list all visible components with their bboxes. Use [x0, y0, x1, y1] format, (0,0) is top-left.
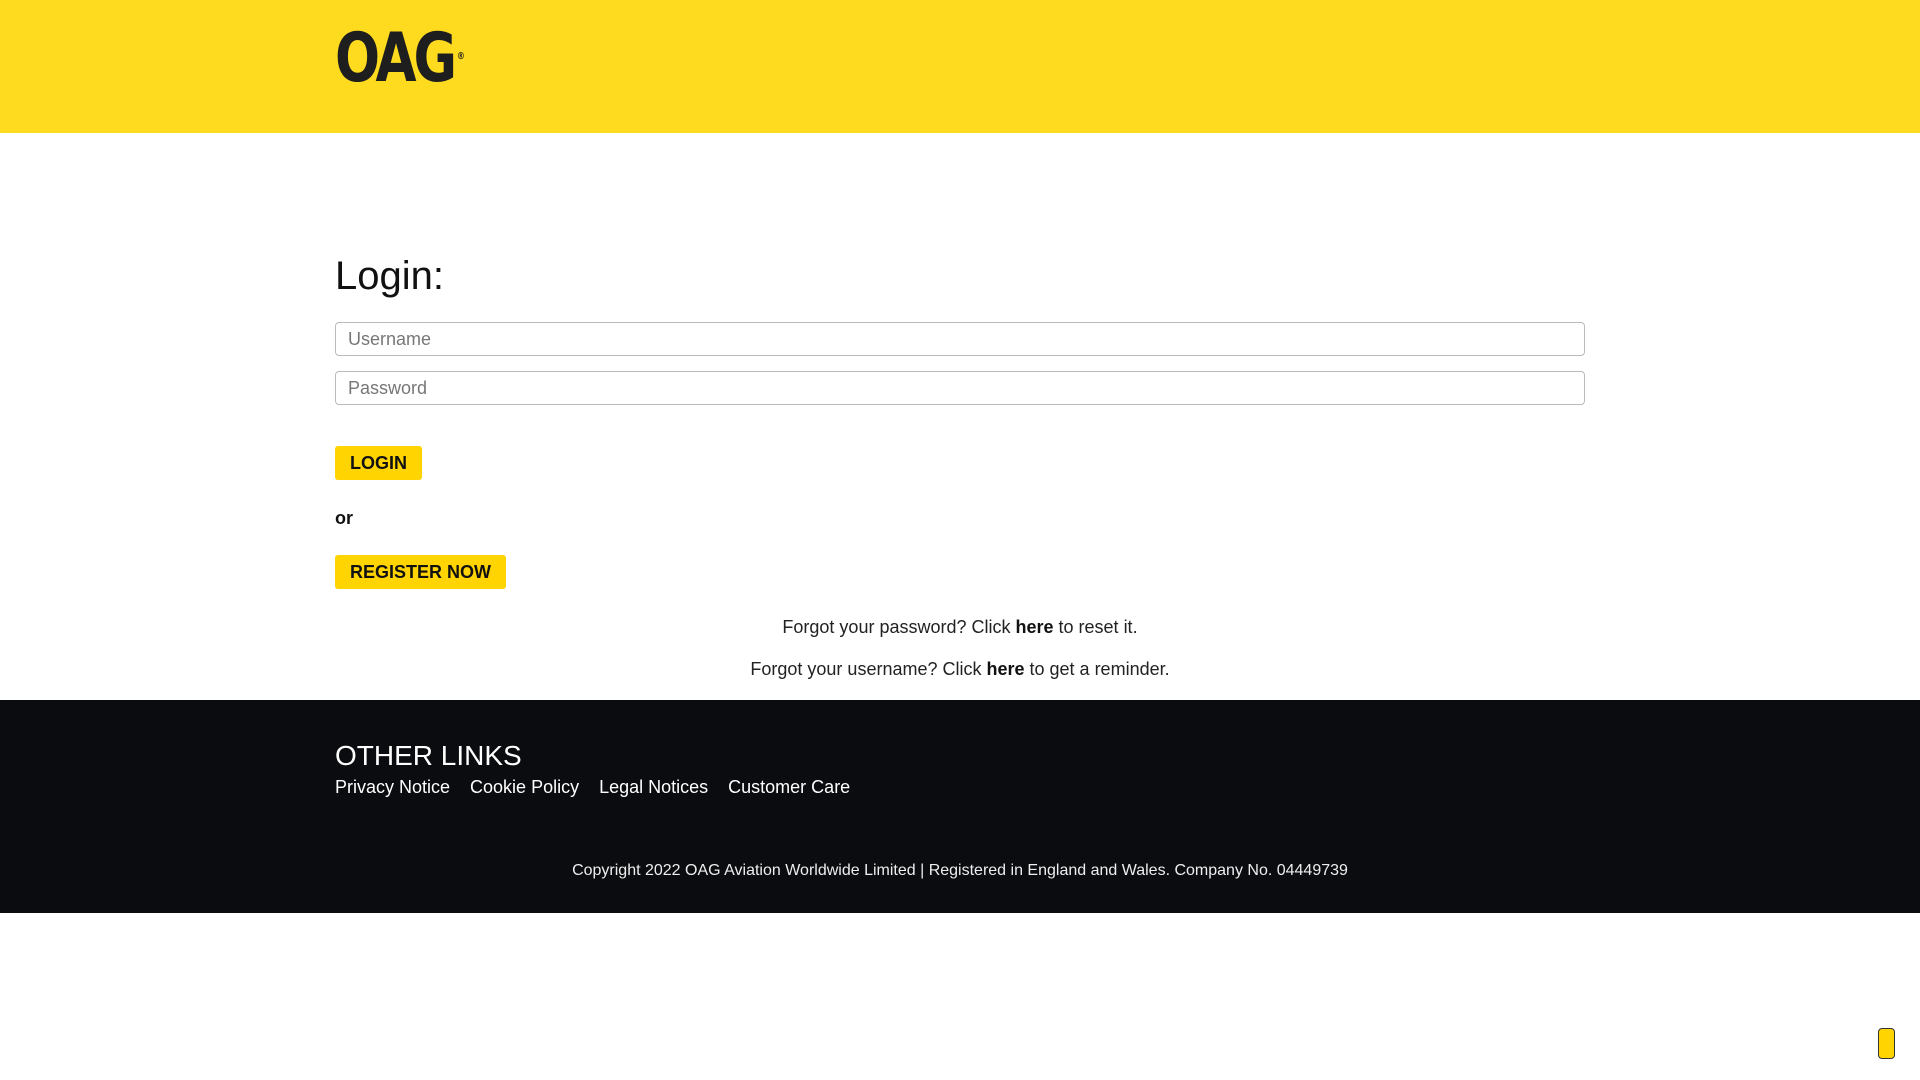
forgot-password-suffix: to reset it.	[1053, 617, 1138, 637]
logo-text: OAG	[335, 19, 457, 98]
customer-care-link[interactable]: Customer Care	[728, 777, 850, 798]
login-button[interactable]: LOGIN	[335, 446, 422, 480]
footer: OTHER LINKS Privacy Notice Cookie Policy…	[0, 700, 1920, 913]
reset-password-link[interactable]: here	[1016, 617, 1054, 637]
password-input[interactable]	[335, 371, 1585, 405]
page-title: Login:	[335, 254, 444, 298]
register-now-button[interactable]: REGISTER NOW	[335, 555, 507, 589]
forgot-password-prefix: Forgot your password? Click	[782, 617, 1016, 637]
or-separator: or	[335, 508, 353, 528]
header: OAG ®	[0, 0, 1920, 133]
privacy-notice-link[interactable]: Privacy Notice	[335, 777, 450, 798]
forgot-username-suffix: to get a reminder.	[1024, 659, 1170, 679]
username-input[interactable]	[335, 322, 1585, 356]
legal-notices-link[interactable]: Legal Notices	[599, 777, 708, 798]
cookie-policy-link[interactable]: Cookie Policy	[470, 777, 579, 798]
username-reminder-link[interactable]: here	[986, 659, 1024, 679]
forgot-username-prefix: Forgot your username? Click	[750, 659, 987, 679]
oag-logo[interactable]: OAG ®	[335, 25, 465, 93]
forgot-password-text: Forgot your password? Click here to rese…	[335, 617, 1585, 638]
other-links-heading: OTHER LINKS	[335, 740, 522, 771]
scroll-to-top-button[interactable]	[1878, 1028, 1895, 1059]
footer-links: Privacy Notice Cookie Policy Legal Notic…	[335, 777, 850, 798]
copyright: Copyright 2022 OAG Aviation Worldwide Li…	[572, 862, 1348, 879]
forgot-username-text: Forgot your username? Click here to get …	[335, 659, 1585, 680]
registered-mark: ®	[457, 51, 465, 62]
